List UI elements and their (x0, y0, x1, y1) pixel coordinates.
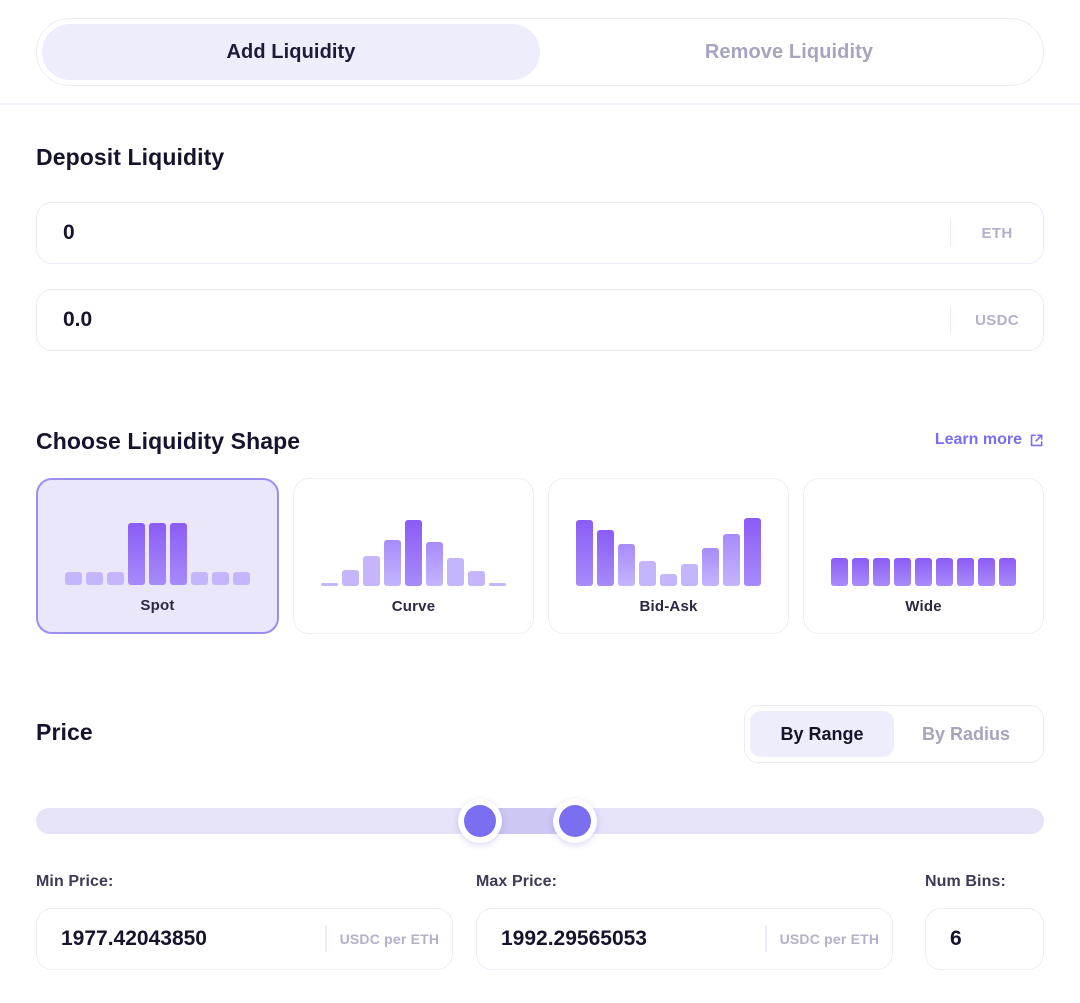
shape-preview-bar (852, 558, 869, 586)
add-liquidity-panel: Add Liquidity Remove Liquidity Deposit L… (0, 0, 1080, 1003)
shape-preview-bar (936, 558, 953, 586)
shape-preview-bar (702, 548, 719, 586)
shape-preview-bar (86, 572, 103, 585)
shape-preview-bar (363, 556, 380, 586)
shape-preview-bar (681, 564, 698, 586)
shape-option-label: Spot (140, 597, 174, 614)
max-price-field[interactable]: USDC per ETH (476, 908, 893, 970)
shape-preview-bar (489, 583, 506, 586)
price-mode-by-range-label: By Range (780, 724, 863, 745)
tab-remove-liquidity[interactable]: Remove Liquidity (540, 24, 1038, 80)
shape-preview-bar (405, 520, 422, 586)
max-price-unit: USDC per ETH (767, 931, 892, 947)
price-title: Price (36, 719, 93, 746)
deposit-liquidity-title: Deposit Liquidity (36, 144, 224, 171)
price-mode-by-radius[interactable]: By Radius (894, 711, 1038, 757)
shape-preview-bar (468, 571, 485, 586)
shape-preview-bar (107, 572, 124, 585)
num-bins-input[interactable] (926, 926, 1043, 952)
learn-more-link[interactable]: Learn more (935, 431, 1044, 449)
shape-preview-bar (915, 558, 932, 586)
tab-add-liquidity[interactable]: Add Liquidity (42, 24, 540, 80)
price-mode-by-radius-label: By Radius (922, 724, 1010, 745)
liquidity-mode-tabs: Add Liquidity Remove Liquidity (36, 18, 1044, 86)
shape-preview-bar (744, 518, 761, 586)
shape-preview-bar (831, 558, 848, 586)
handle-knob-icon (559, 805, 591, 837)
price-range-slider-handle-max[interactable] (553, 799, 597, 843)
deposit-unit-usdc: USDC (951, 312, 1043, 329)
shape-preview-bar (576, 520, 593, 586)
shape-preview-bar (426, 542, 443, 586)
shape-preview-bar (170, 523, 187, 585)
shape-option-wide[interactable]: Wide (803, 478, 1044, 634)
num-bins-label: Num Bins: (925, 873, 1006, 891)
shape-preview-bar (321, 583, 338, 586)
shape-preview-bar (999, 558, 1016, 586)
shape-preview-bar (149, 523, 166, 585)
header-divider (0, 103, 1080, 105)
liquidity-shape-options: Spot Curve Bid-Ask Wide (36, 478, 1044, 634)
num-bins-field[interactable] (925, 908, 1044, 970)
max-price-input[interactable] (477, 926, 765, 952)
handle-knob-icon (464, 805, 496, 837)
price-range-slider-handle-min[interactable] (458, 799, 502, 843)
shape-preview-bar (191, 572, 208, 585)
deposit-field-eth[interactable]: ETH (36, 202, 1044, 264)
shape-preview-bar (447, 558, 464, 586)
min-price-field[interactable]: USDC per ETH (36, 908, 453, 970)
tab-add-liquidity-label: Add Liquidity (226, 41, 355, 64)
learn-more-label: Learn more (935, 431, 1022, 449)
shape-preview-bar (384, 540, 401, 586)
min-price-input[interactable] (37, 926, 325, 952)
min-price-unit: USDC per ETH (327, 931, 452, 947)
deposit-unit-eth: ETH (951, 225, 1043, 242)
shape-option-label: Bid-Ask (639, 598, 697, 615)
shape-preview-bar (894, 558, 911, 586)
price-range-slider[interactable] (36, 808, 1044, 834)
shape-option-curve[interactable]: Curve (293, 478, 534, 634)
shape-option-label: Wide (905, 598, 942, 615)
max-price-label: Max Price: (476, 873, 557, 891)
shape-preview-bar (342, 570, 359, 586)
shape-preview-chart (804, 479, 1043, 598)
shape-preview-bar (128, 523, 145, 585)
shape-preview-bar (723, 534, 740, 586)
shape-preview-bar (212, 572, 229, 585)
shape-preview-bar (639, 561, 656, 586)
price-mode-by-range[interactable]: By Range (750, 711, 894, 757)
shape-preview-bar (660, 574, 677, 586)
shape-option-spot[interactable]: Spot (36, 478, 279, 634)
shape-preview-bar (233, 572, 250, 585)
shape-preview-bar (618, 544, 635, 586)
tab-remove-liquidity-label: Remove Liquidity (705, 41, 873, 64)
shape-preview-bar (873, 558, 890, 586)
shape-option-bid-ask[interactable]: Bid-Ask (548, 478, 789, 634)
shape-preview-bar (65, 572, 82, 585)
shape-preview-bar (978, 558, 995, 586)
min-price-label: Min Price: (36, 873, 113, 891)
deposit-field-usdc[interactable]: USDC (36, 289, 1044, 351)
shape-preview-chart (38, 480, 277, 597)
shape-preview-chart (549, 479, 788, 598)
external-link-icon (1029, 433, 1044, 448)
shape-preview-chart (294, 479, 533, 598)
price-mode-toggle: By Range By Radius (744, 705, 1044, 763)
choose-liquidity-shape-title: Choose Liquidity Shape (36, 428, 300, 455)
shape-preview-bar (957, 558, 974, 586)
deposit-amount-input-usdc[interactable] (37, 307, 950, 333)
shape-option-label: Curve (392, 598, 436, 615)
deposit-amount-input-eth[interactable] (37, 220, 950, 246)
shape-preview-bar (597, 530, 614, 586)
